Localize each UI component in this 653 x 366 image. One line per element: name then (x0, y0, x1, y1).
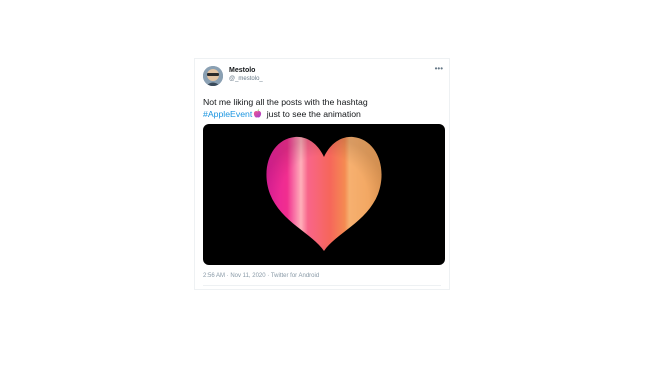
tweet-text-line1: Not me liking all the posts with the has… (203, 97, 368, 107)
tweet-card[interactable]: Mestolo @_mestolo_ ••• Not me liking all… (194, 58, 450, 290)
more-horizontal-icon: ••• (434, 64, 443, 73)
apple-logo-emoji-icon (254, 109, 262, 118)
avatar[interactable] (203, 66, 223, 86)
user-handle[interactable]: @_mestolo_ (229, 76, 263, 82)
tweet-timestamp[interactable]: 2:56 AM · Nov 11, 2020 · Twitter for And… (203, 273, 319, 279)
avatar-image (203, 66, 223, 86)
divider (203, 285, 441, 286)
display-name[interactable]: Mestolo (229, 67, 255, 74)
more-options-button[interactable]: ••• (435, 65, 443, 73)
tweet-media[interactable] (203, 124, 445, 265)
tweet-text: Not me liking all the posts with the has… (203, 96, 443, 120)
tweet-text-line2: just to see the animation (264, 109, 361, 119)
hashtag-link[interactable]: #AppleEvent (203, 109, 252, 119)
heart-animation-image (266, 136, 382, 251)
